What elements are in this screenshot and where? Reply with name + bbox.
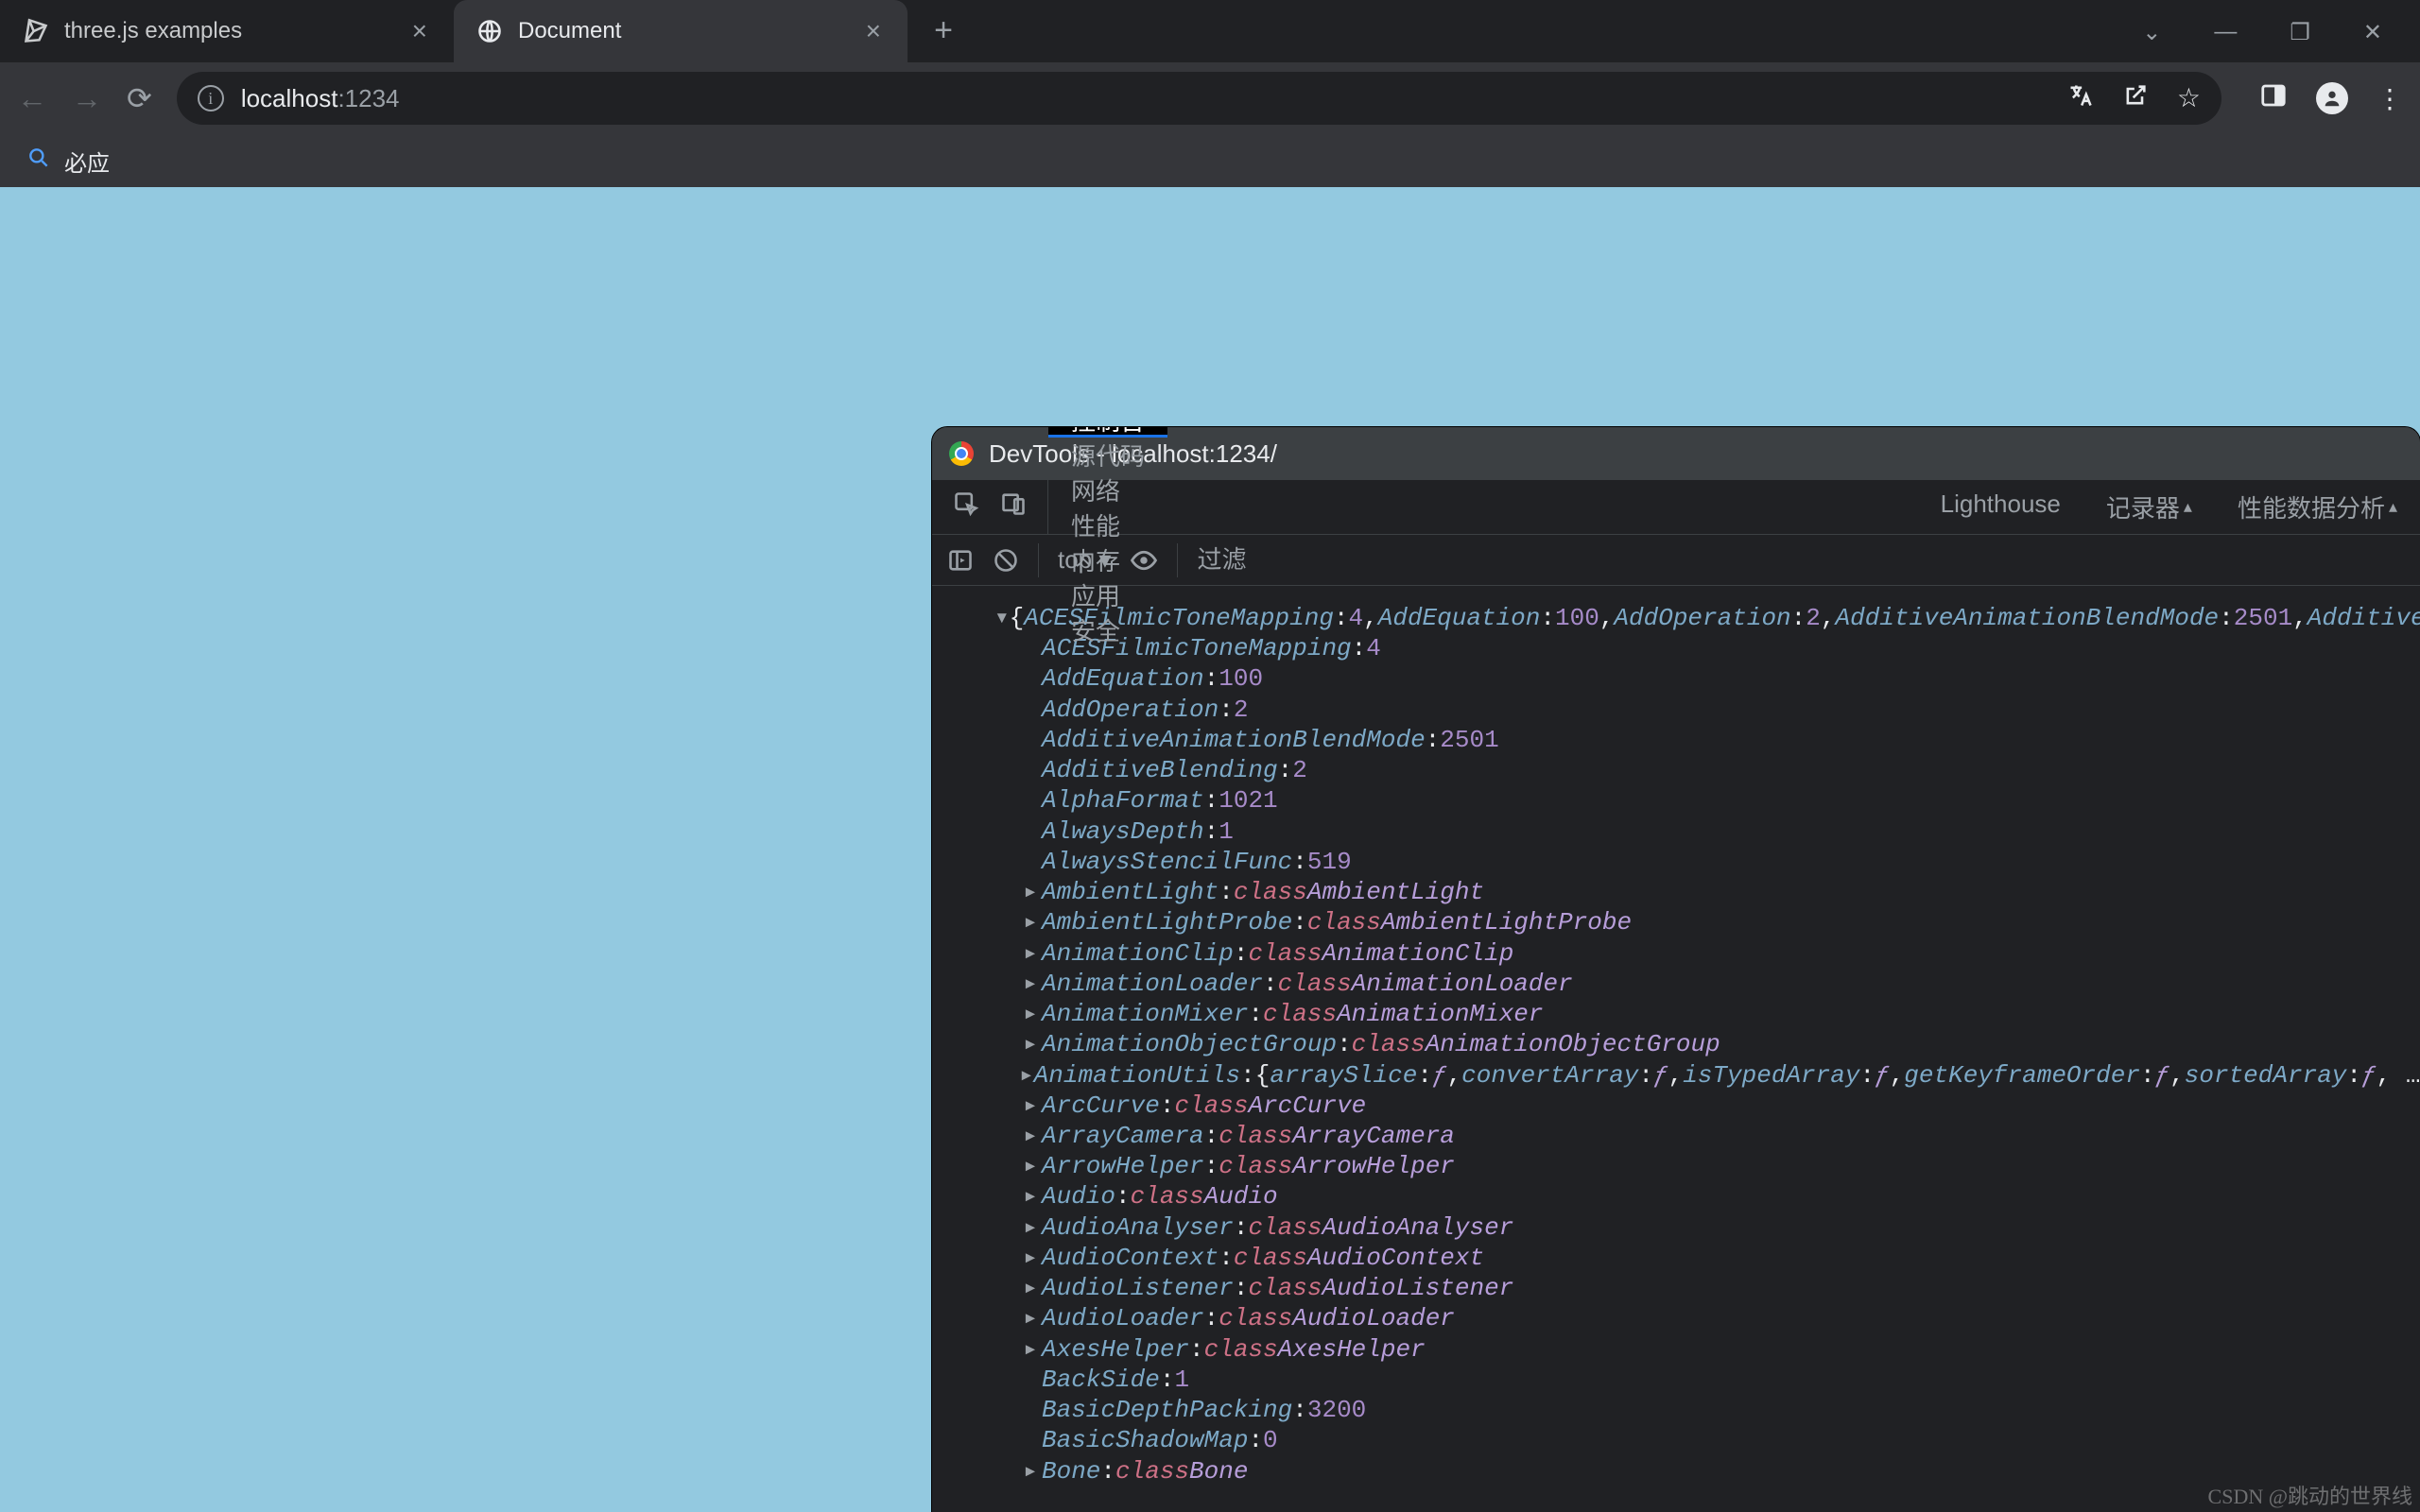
console-prop[interactable]: ▸AnimationClip: class AnimationClip — [945, 938, 2407, 969]
console-prop[interactable]: AlwaysStencilFunc: 519 — [945, 847, 2407, 877]
console-prop[interactable]: ▸AudioContext: class AudioContext — [945, 1243, 2407, 1273]
console-prop[interactable]: ▸AnimationUtils: {arraySlice: ƒ, convert… — [945, 1060, 2407, 1091]
avatar[interactable] — [2316, 82, 2348, 114]
console-prop[interactable]: ▸Bone: class Bone — [945, 1456, 2407, 1486]
console-prop[interactable]: ▸AmbientLight: class AmbientLight — [945, 877, 2407, 907]
tab-threejs[interactable]: three.js examples × — [0, 0, 454, 62]
console-prop[interactable]: AlphaFormat: 1021 — [945, 785, 2407, 816]
share-icon[interactable] — [2122, 82, 2149, 115]
console-prop[interactable]: ▸ArcCurve: class ArcCurve — [945, 1091, 2407, 1121]
close-icon[interactable]: ✕ — [2363, 19, 2382, 46]
devtools-right-tab-0[interactable]: Lighthouse — [1918, 490, 2083, 519]
console-prop[interactable]: ▸AnimationMixer: class AnimationMixer — [945, 999, 2407, 1029]
console-prop[interactable]: AdditiveBlending: 2 — [945, 755, 2407, 785]
back-button[interactable]: ← — [17, 81, 47, 116]
devtools-window: DevTools - localhost:1234/ 元素控制台源代码网络性能内… — [932, 427, 2420, 1512]
devtools-tab-6[interactable]: 应用 — [1048, 577, 1167, 612]
console-prop[interactable]: ▸ArrayCamera: class ArrayCamera — [945, 1121, 2407, 1151]
minimize-icon[interactable]: — — [2214, 19, 2237, 46]
maximize-icon[interactable]: ❐ — [2290, 19, 2310, 46]
address-bar-row: ← → ⟳ i localhost:1234 ☆ ⋮ — [0, 62, 2420, 134]
devtools-tab-2[interactable]: 源代码 — [1048, 438, 1167, 472]
reload-button[interactable]: ⟳ — [127, 80, 152, 116]
browser-titlebar: three.js examples × Document × + ⌄ — ❐ ✕ — [0, 0, 2420, 62]
device-toggle-icon[interactable] — [1000, 490, 1027, 524]
search-icon — [26, 146, 51, 177]
tab-title: Document — [518, 18, 621, 44]
console-prop[interactable]: BasicDepthPacking: 3200 — [945, 1395, 2407, 1425]
star-icon[interactable]: ☆ — [2177, 82, 2201, 115]
chrome-icon — [949, 441, 974, 466]
console-prop[interactable]: ▸AudioAnalyser: class AudioAnalyser — [945, 1212, 2407, 1243]
forward-button[interactable]: → — [72, 81, 102, 116]
console-prop[interactable]: ▸Audio: class Audio — [945, 1181, 2407, 1211]
devtools-tab-5[interactable]: 内存 — [1048, 542, 1167, 577]
console-prop[interactable]: AdditiveAnimationBlendMode: 2501 — [945, 725, 2407, 755]
devtools-tab-4[interactable]: 性能 — [1048, 507, 1167, 542]
console-prop[interactable]: ▸AudioLoader: class AudioLoader — [945, 1303, 2407, 1333]
console-prop[interactable]: ▸AudioListener: class AudioListener — [945, 1273, 2407, 1303]
window-controls: ⌄ — ❐ ✕ — [2142, 0, 2420, 46]
site-info-icon[interactable]: i — [198, 85, 224, 112]
inspect-icon[interactable] — [953, 490, 979, 524]
console-prop[interactable]: ▸AnimationLoader: class AnimationLoader — [945, 969, 2407, 999]
console-output[interactable]: ▾{ACESFilmicToneMapping: 4, AddEquation:… — [932, 586, 2420, 1512]
close-icon[interactable]: × — [866, 16, 881, 46]
console-prop[interactable]: ▸AxesHelper: class AxesHelper — [945, 1334, 2407, 1365]
tab-document[interactable]: Document × — [454, 0, 908, 62]
watermark: CSDN @跳动的世界线 — [2208, 1480, 2412, 1510]
console-prop[interactable]: BackSide: 1 — [945, 1365, 2407, 1395]
tab-title: three.js examples — [64, 18, 242, 44]
side-panel-icon[interactable] — [2259, 81, 2288, 116]
translate-icon[interactable] — [2067, 82, 2094, 115]
console-prop[interactable]: ▸ArrowHelper: class ArrowHelper — [945, 1151, 2407, 1181]
devtools-tabs: 元素控制台源代码网络性能内存应用安全 Lighthouse记录器性能数据分析 — [932, 480, 2420, 535]
url-display: localhost:1234 — [241, 84, 400, 113]
devtools-right-tab-2[interactable]: 性能数据分析 — [2215, 490, 2420, 524]
new-tab-button[interactable]: + — [925, 11, 962, 49]
omnibox[interactable]: i localhost:1234 ☆ — [177, 72, 2221, 125]
devtools-tab-3[interactable]: 网络 — [1048, 472, 1167, 507]
menu-icon[interactable]: ⋮ — [2377, 83, 2403, 114]
console-prop[interactable]: AlwaysDepth: 1 — [945, 816, 2407, 847]
threejs-icon — [23, 18, 49, 44]
console-prop[interactable]: AddOperation: 2 — [945, 695, 2407, 725]
console-prop[interactable]: BasicShadowMap: 0 — [945, 1425, 2407, 1455]
console-prop[interactable]: ▸AnimationObjectGroup: class AnimationOb… — [945, 1029, 2407, 1059]
console-prop[interactable]: AddEquation: 100 — [945, 663, 2407, 694]
bookmark-biying[interactable]: 必应 — [64, 145, 110, 178]
bookmarks-bar: 必应 — [0, 134, 2420, 187]
devtools-tab-7[interactable]: 安全 — [1048, 612, 1167, 647]
devtools-tab-1[interactable]: 控制台 — [1048, 427, 1167, 438]
chevron-down-icon[interactable]: ⌄ — [2142, 19, 2161, 46]
filter-input[interactable] — [1197, 545, 2405, 575]
devtools-right-tab-1[interactable]: 记录器 — [2083, 490, 2215, 524]
clear-console-icon[interactable] — [993, 547, 1019, 574]
close-icon[interactable]: × — [412, 16, 427, 46]
sidebar-toggle-icon[interactable] — [947, 547, 974, 574]
console-prop[interactable]: ▸AmbientLightProbe: class AmbientLightPr… — [945, 907, 2407, 937]
globe-icon — [476, 18, 503, 44]
